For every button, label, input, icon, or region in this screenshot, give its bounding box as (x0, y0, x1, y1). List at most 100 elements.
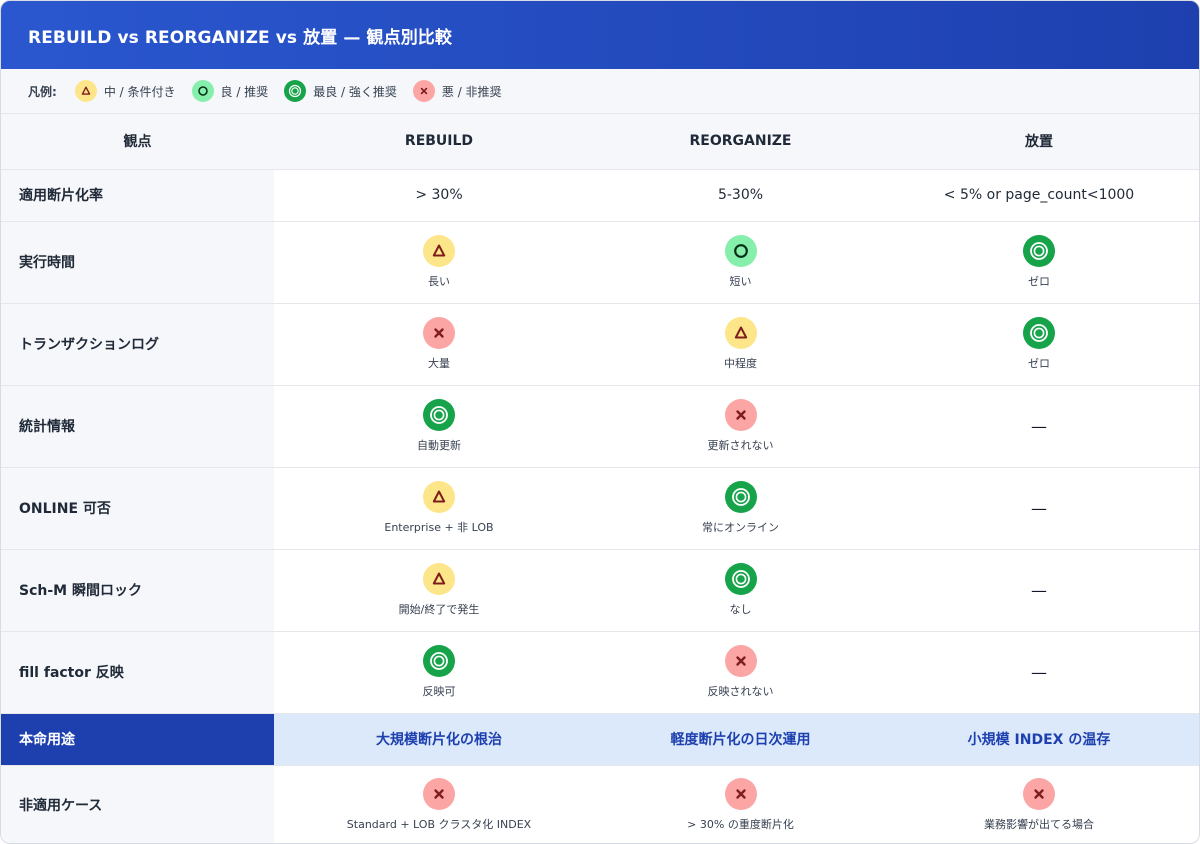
legend-item-label: 悪 / 非推奨 (441, 84, 502, 99)
cell-note: ゼロ (1028, 275, 1050, 288)
table-body: 適用断片化率 > 30% 5-30% < 5% or page_count<1000 実… (1, 169, 1199, 843)
circle-icon (724, 235, 757, 267)
double-circle-icon (724, 481, 757, 513)
table-cell: なし (604, 549, 877, 632)
table-cell: 業務影響が出てる場合 (877, 765, 1199, 843)
double-circle-icon (423, 399, 455, 431)
rating-cell: 自動更新 (274, 399, 604, 453)
triangle-icon (423, 563, 455, 595)
purpose-cell: 小規模 INDEX の温存 (877, 713, 1199, 766)
table-cell: 常にオンライン (604, 467, 877, 550)
double-circle-icon (423, 645, 455, 677)
comparison-table: 観点 REBUILD REORGANIZE 放置 適用断片化率 > 30% 5-30… (1, 114, 1199, 843)
purpose-cell: 軽度断片化の日次運用 (604, 713, 877, 766)
double-circle-icon (284, 80, 307, 102)
rating-cell: 反映されない (604, 645, 877, 699)
rating-cell: 常にオンライン (604, 481, 877, 535)
rating-cell: 長い (274, 235, 604, 289)
purpose-row: 本命用途 大規模断片化の根治 軽度断片化の日次運用 小規模 INDEX の温存 (1, 713, 1199, 766)
legend-item-label: 最良 / 強く推奨 (313, 84, 397, 99)
cross-icon (724, 645, 757, 677)
table-cell: > 30% (274, 169, 604, 222)
rating-cell: 開始/終了で発生 (274, 563, 604, 617)
table-cell: 反映可 (274, 631, 604, 714)
cell-value: — (1031, 416, 1047, 436)
comparison-card: REBUILD vs REORGANIZE vs 放置 — 観点別比較 凡例: … (0, 0, 1200, 844)
table-header-row: 観点 REBUILD REORGANIZE 放置 (1, 114, 1199, 170)
legend-item-circle: 良 / 推奨 (191, 80, 269, 102)
cell-note: 更新されない (707, 439, 774, 452)
row-header: fill factor 反映 (1, 631, 274, 714)
circle-icon (191, 80, 214, 102)
cell-note: > 30% の重度断片化 (687, 818, 794, 832)
cell-note: Enterprise + 非 LOB (384, 521, 494, 534)
table-row: fill factor 反映反映可 反映されない — (1, 631, 1199, 714)
cell-note: 大量 (428, 357, 450, 370)
legend-item-triangle: 中 / 条件付き (74, 80, 176, 102)
table-cell: 反映されない (604, 631, 877, 714)
double-circle-icon (724, 563, 757, 595)
cell-value: > 30% (415, 187, 463, 203)
double-circle-icon (1023, 317, 1055, 349)
cell-note: 長い (428, 275, 450, 288)
cell-note: 業務影響が出てる場合 (984, 818, 1094, 832)
row-header: 実行時間 (1, 221, 274, 304)
table-cell: Enterprise + 非 LOB (274, 467, 604, 550)
table-cell: — (877, 549, 1199, 632)
table-cell: < 5% or page_count<1000 (877, 169, 1199, 222)
row-header: Sch-M 瞬間ロック (1, 549, 274, 632)
table-cell: — (877, 385, 1199, 468)
cell-note: 反映されない (707, 685, 774, 698)
rating-cell: 反映可 (274, 645, 604, 699)
row-header: 非適用ケース (1, 765, 274, 843)
triangle-icon (74, 80, 97, 102)
legend-item-label: 中 / 条件付き (103, 84, 176, 99)
cell-value: — (1031, 498, 1047, 518)
table-cell: 更新されない (604, 385, 877, 468)
cell-note: 開始/終了で発生 (398, 603, 480, 616)
legend-item-label: 良 / 推奨 (220, 84, 269, 99)
cross-icon (423, 778, 455, 811)
table-cell: 5-30% (604, 169, 877, 222)
column-header-reorganize: REORGANIZE (604, 114, 877, 170)
cross-icon (1023, 778, 1055, 811)
row-header: 統計情報 (1, 385, 274, 468)
rating-cell: ゼロ (877, 235, 1199, 289)
table-cell: 長い (274, 221, 604, 304)
cell-value: — (1031, 580, 1047, 600)
rating-cell: ゼロ (877, 317, 1199, 371)
triangle-icon (423, 235, 455, 267)
cell-note: なし (729, 603, 752, 616)
cell-note: 自動更新 (417, 439, 461, 452)
column-header-leave: 放置 (877, 114, 1199, 170)
table-row: トランザクションログ 大量 中程度 ゼロ (1, 303, 1199, 386)
column-header-aspect: 観点 (1, 114, 274, 170)
cell-value: — (1031, 662, 1047, 682)
cell-note: 中程度 (724, 357, 757, 370)
table-row: ONLINE 可否 Enterprise + 非 LOB 常にオンライン — (1, 467, 1199, 550)
table-row: 統計情報自動更新 更新されない — (1, 385, 1199, 468)
table-cell: 開始/終了で発生 (274, 549, 604, 632)
table-row: 適用断片化率 > 30% 5-30% < 5% or page_count<1000 (1, 169, 1199, 222)
rating-cell: 大量 (274, 317, 604, 371)
triangle-icon (423, 481, 455, 513)
cell-note: 反映可 (422, 685, 456, 698)
rating-cell: 更新されない (604, 399, 877, 453)
cell-value: 5-30% (717, 187, 764, 203)
table-cell: — (877, 467, 1199, 550)
purpose-cell: 大規模断片化の根治 (274, 713, 604, 766)
cell-note: Standard + LOB クラスタ化 INDEX (346, 818, 532, 832)
legend-item-cross: 悪 / 非推奨 (412, 80, 502, 102)
cross-icon (412, 80, 435, 102)
rating-cell: 短い (604, 235, 877, 289)
rating-cell: Standard + LOB クラスタ化 INDEX (274, 778, 604, 832)
legend-item-double-circle: 最良 / 強く推奨 (284, 80, 397, 102)
row-header: 本命用途 (1, 713, 274, 766)
cross-icon (423, 317, 455, 349)
non-use-row: 非適用ケース Standard + LOB クラスタ化 INDEX > 30% の重… (1, 765, 1199, 843)
table-cell: — (877, 631, 1199, 714)
rating-cell: 業務影響が出てる場合 (877, 778, 1199, 832)
cell-note: ゼロ (1028, 357, 1050, 370)
rating-cell: 中程度 (604, 317, 877, 371)
double-circle-icon (1023, 235, 1055, 267)
